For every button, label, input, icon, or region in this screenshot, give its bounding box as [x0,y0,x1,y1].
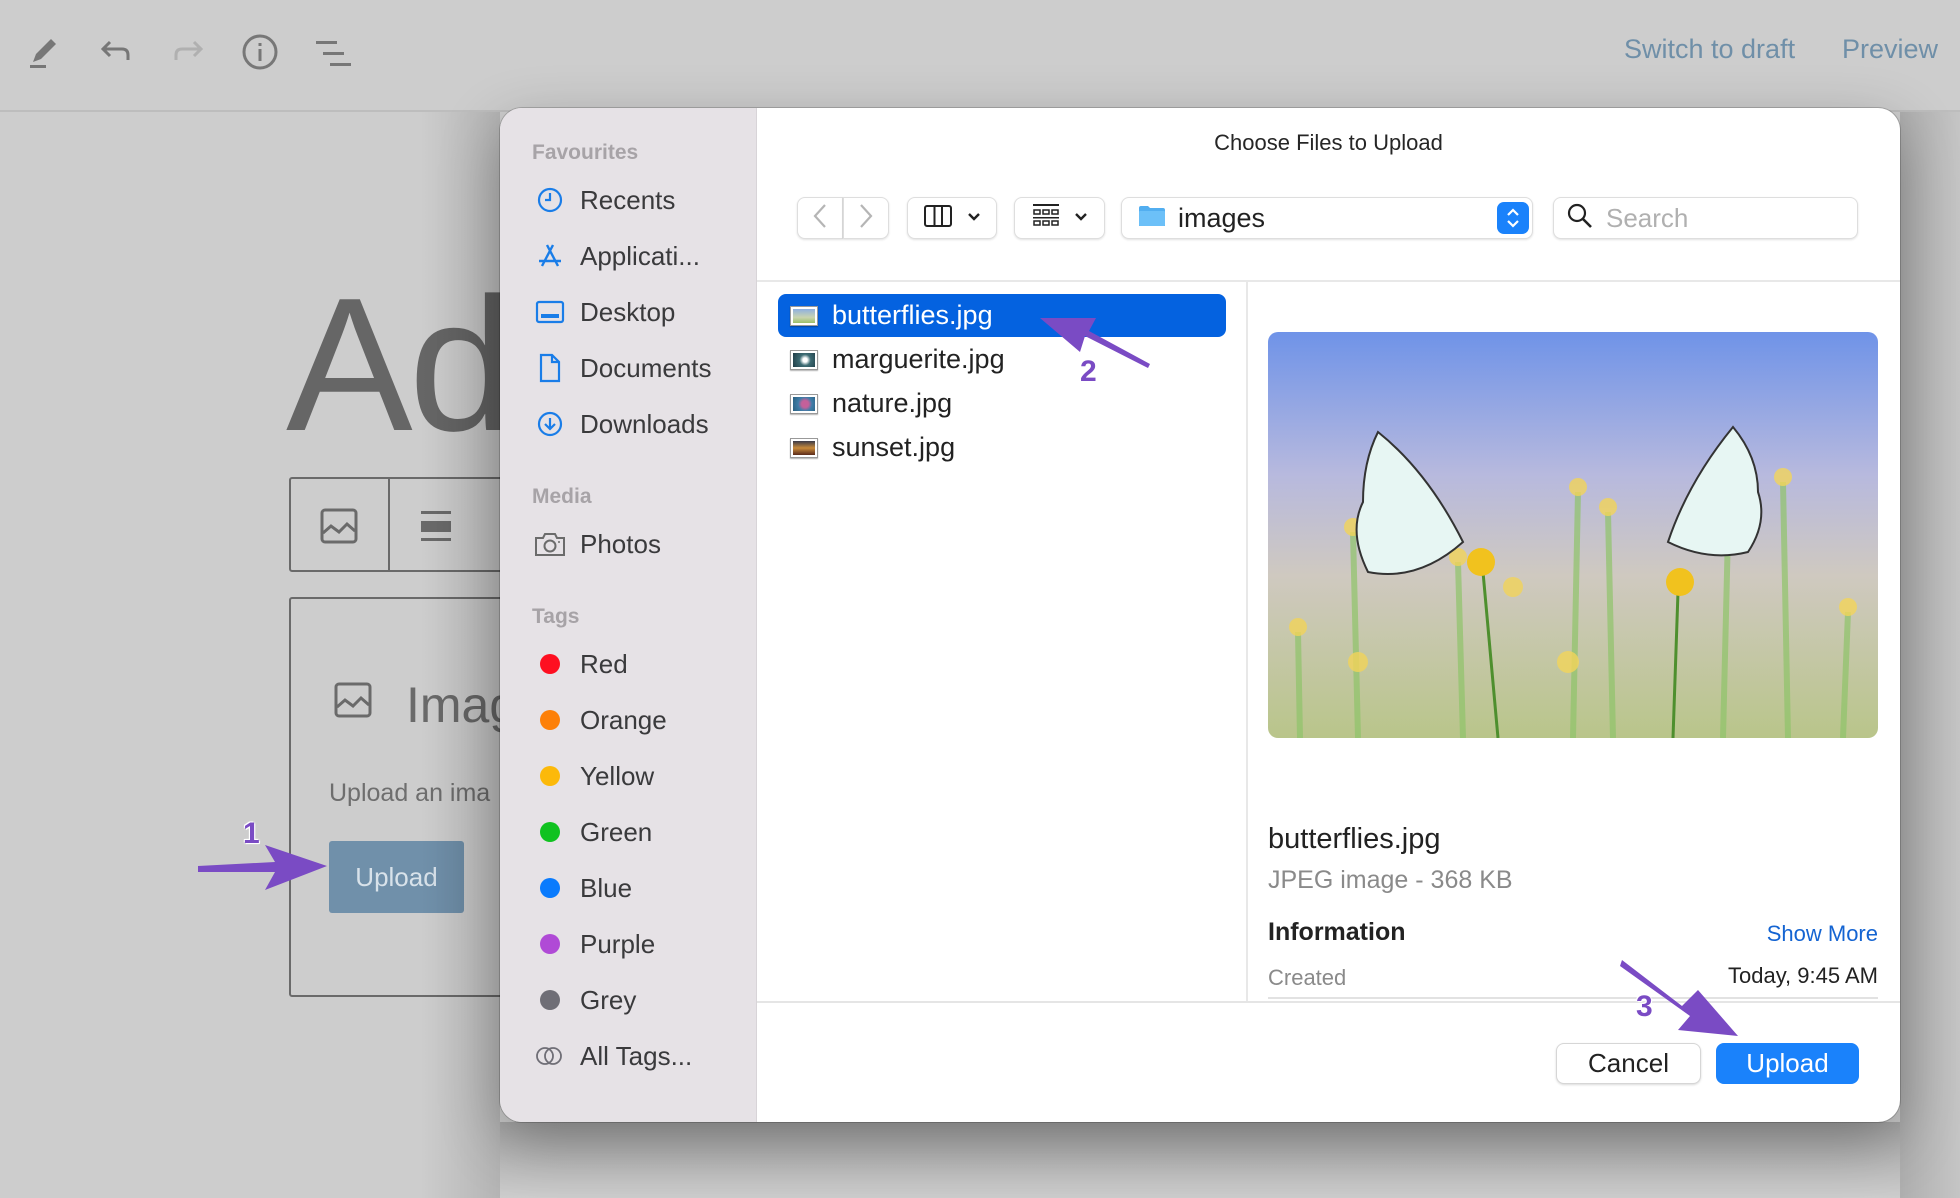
annotation-number-2: 2 [1080,355,1097,388]
annotation-arrows [198,318,1738,1036]
annotation-number-3: 3 [1636,990,1653,1023]
arrow-1 [198,845,327,890]
annotation-number-1: 1 [243,817,260,850]
